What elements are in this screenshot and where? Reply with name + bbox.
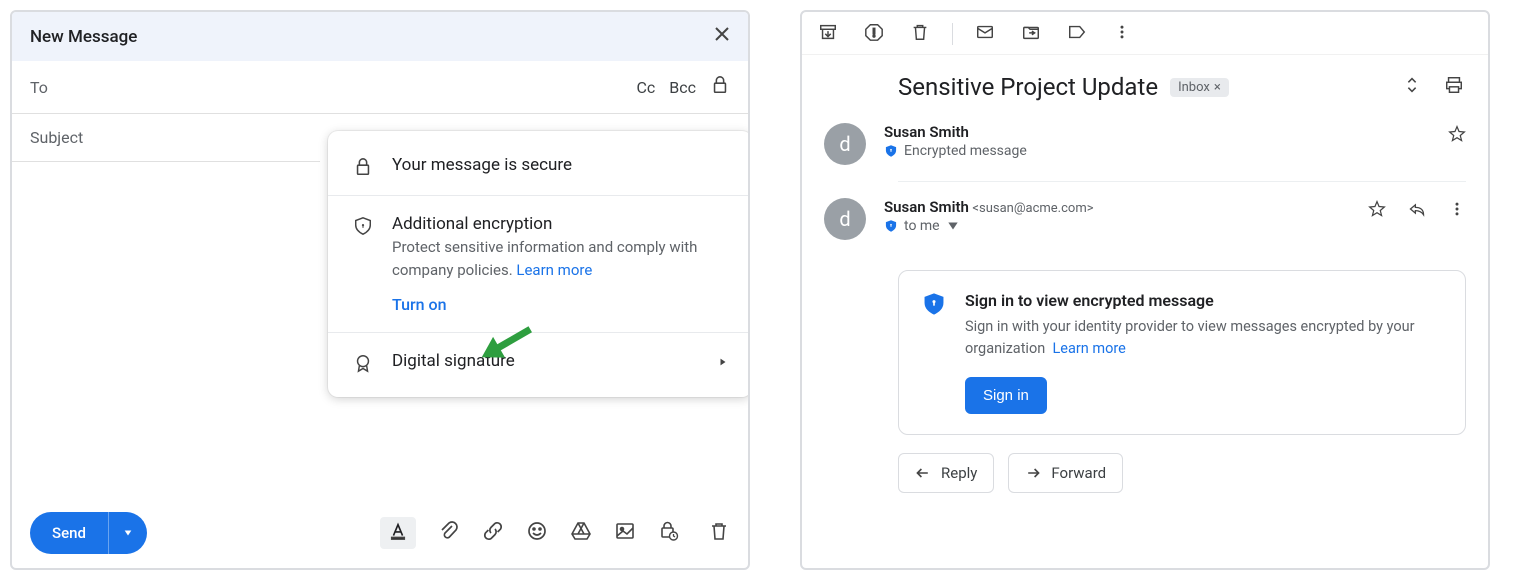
sender-line: Susan Smith <susan@acme.com> <box>884 198 1368 216</box>
chevron-down-icon[interactable] <box>946 219 960 233</box>
avatar: d <box>824 123 866 165</box>
turn-on-link[interactable]: Turn on <box>392 295 447 314</box>
shield-icon <box>884 144 898 158</box>
subject-row: Sensitive Project Update Inbox× <box>802 55 1488 111</box>
forward-arrow-icon <box>1025 465 1041 481</box>
secure-title: Your message is secure <box>392 155 728 175</box>
inbox-chip[interactable]: Inbox× <box>1170 78 1229 97</box>
forward-button[interactable]: Forward <box>1008 453 1123 493</box>
reply-icon[interactable] <box>1408 200 1426 222</box>
compose-title: New Message <box>30 27 137 47</box>
format-icon[interactable] <box>380 517 416 549</box>
confidential-icon[interactable] <box>658 520 680 546</box>
compose-header: New Message <box>12 12 748 61</box>
card-desc: Sign in with your identity provider to v… <box>965 316 1443 361</box>
secure-row: Your message is secure <box>328 137 750 195</box>
learn-more-link[interactable]: Learn more <box>516 261 592 279</box>
toolbar-divider <box>952 23 953 45</box>
cc-link[interactable]: Cc <box>636 78 655 97</box>
print-icon[interactable] <box>1444 75 1464 99</box>
lock-icon <box>352 155 374 177</box>
security-popup: Your message is secure Additional encryp… <box>328 131 750 397</box>
encrypted-card: Sign in to view encrypted message Sign i… <box>898 270 1466 435</box>
encrypted-badge: Encrypted message <box>884 143 1448 159</box>
encryption-title: Additional encryption <box>392 214 728 234</box>
lock-icon[interactable] <box>710 75 730 99</box>
compose-footer: Send <box>12 498 748 568</box>
shield-icon <box>921 291 947 414</box>
reply-button[interactable]: Reply <box>898 453 994 493</box>
more-icon[interactable] <box>1113 23 1131 45</box>
more-icon[interactable] <box>1448 200 1466 222</box>
star-icon[interactable] <box>1368 200 1386 222</box>
close-icon[interactable] <box>714 26 730 47</box>
send-main[interactable]: Send <box>30 512 109 554</box>
avatar: d <box>824 198 866 240</box>
badge-icon <box>352 351 374 373</box>
reply-arrow-icon <box>915 465 931 481</box>
message-window: Sensitive Project Update Inbox× d Susan … <box>800 10 1490 570</box>
archive-icon[interactable] <box>818 22 838 46</box>
card-title: Sign in to view encrypted message <box>965 291 1443 310</box>
subject-label: Subject <box>30 128 83 147</box>
attach-icon[interactable] <box>438 520 460 546</box>
subject-row[interactable]: Subject <box>12 114 320 162</box>
reply-row: Reply Forward <box>898 453 1466 493</box>
shield-icon <box>884 219 898 233</box>
spam-icon[interactable] <box>864 22 884 46</box>
emoji-icon[interactable] <box>526 520 548 546</box>
send-button[interactable]: Send <box>30 512 147 554</box>
star-icon[interactable] <box>1448 125 1466 147</box>
chip-close-icon[interactable]: × <box>1214 80 1221 95</box>
bcc-link[interactable]: Bcc <box>669 78 696 97</box>
shield-icon <box>352 214 374 314</box>
divider <box>898 181 1466 182</box>
delete-icon[interactable] <box>910 22 930 46</box>
sender-name: Susan Smith <box>884 123 1448 141</box>
message-toolbar <box>802 12 1488 55</box>
message-1[interactable]: d Susan Smith Encrypted message <box>802 111 1488 177</box>
format-toolbar <box>380 517 680 549</box>
chevron-right-icon <box>718 351 728 373</box>
expand-icon[interactable] <box>1402 75 1422 99</box>
to-label: To <box>30 78 48 97</box>
learn-more-link[interactable]: Learn more <box>1052 340 1125 357</box>
message-2: d Susan Smith <susan@acme.com> to me <box>802 186 1488 252</box>
drive-icon[interactable] <box>570 520 592 546</box>
sign-in-button[interactable]: Sign in <box>965 377 1047 414</box>
label-icon[interactable] <box>1067 22 1087 46</box>
image-icon[interactable] <box>614 520 636 546</box>
encryption-row: Additional encryption Protect sensitive … <box>328 196 750 332</box>
to-row[interactable]: To Cc Bcc <box>12 61 748 114</box>
send-dropdown[interactable] <box>109 512 147 554</box>
discard-icon[interactable] <box>708 520 730 546</box>
mark-unread-icon[interactable] <box>975 22 995 46</box>
move-to-icon[interactable] <box>1021 22 1041 46</box>
to-me-row[interactable]: to me <box>884 218 1368 234</box>
signature-title: Digital signature <box>392 351 700 371</box>
compose-window: New Message To Cc Bcc Subject Your messa… <box>10 10 750 570</box>
link-icon[interactable] <box>482 520 504 546</box>
subject-title: Sensitive Project Update <box>898 73 1158 101</box>
encryption-desc: Protect sensitive information and comply… <box>392 236 728 281</box>
